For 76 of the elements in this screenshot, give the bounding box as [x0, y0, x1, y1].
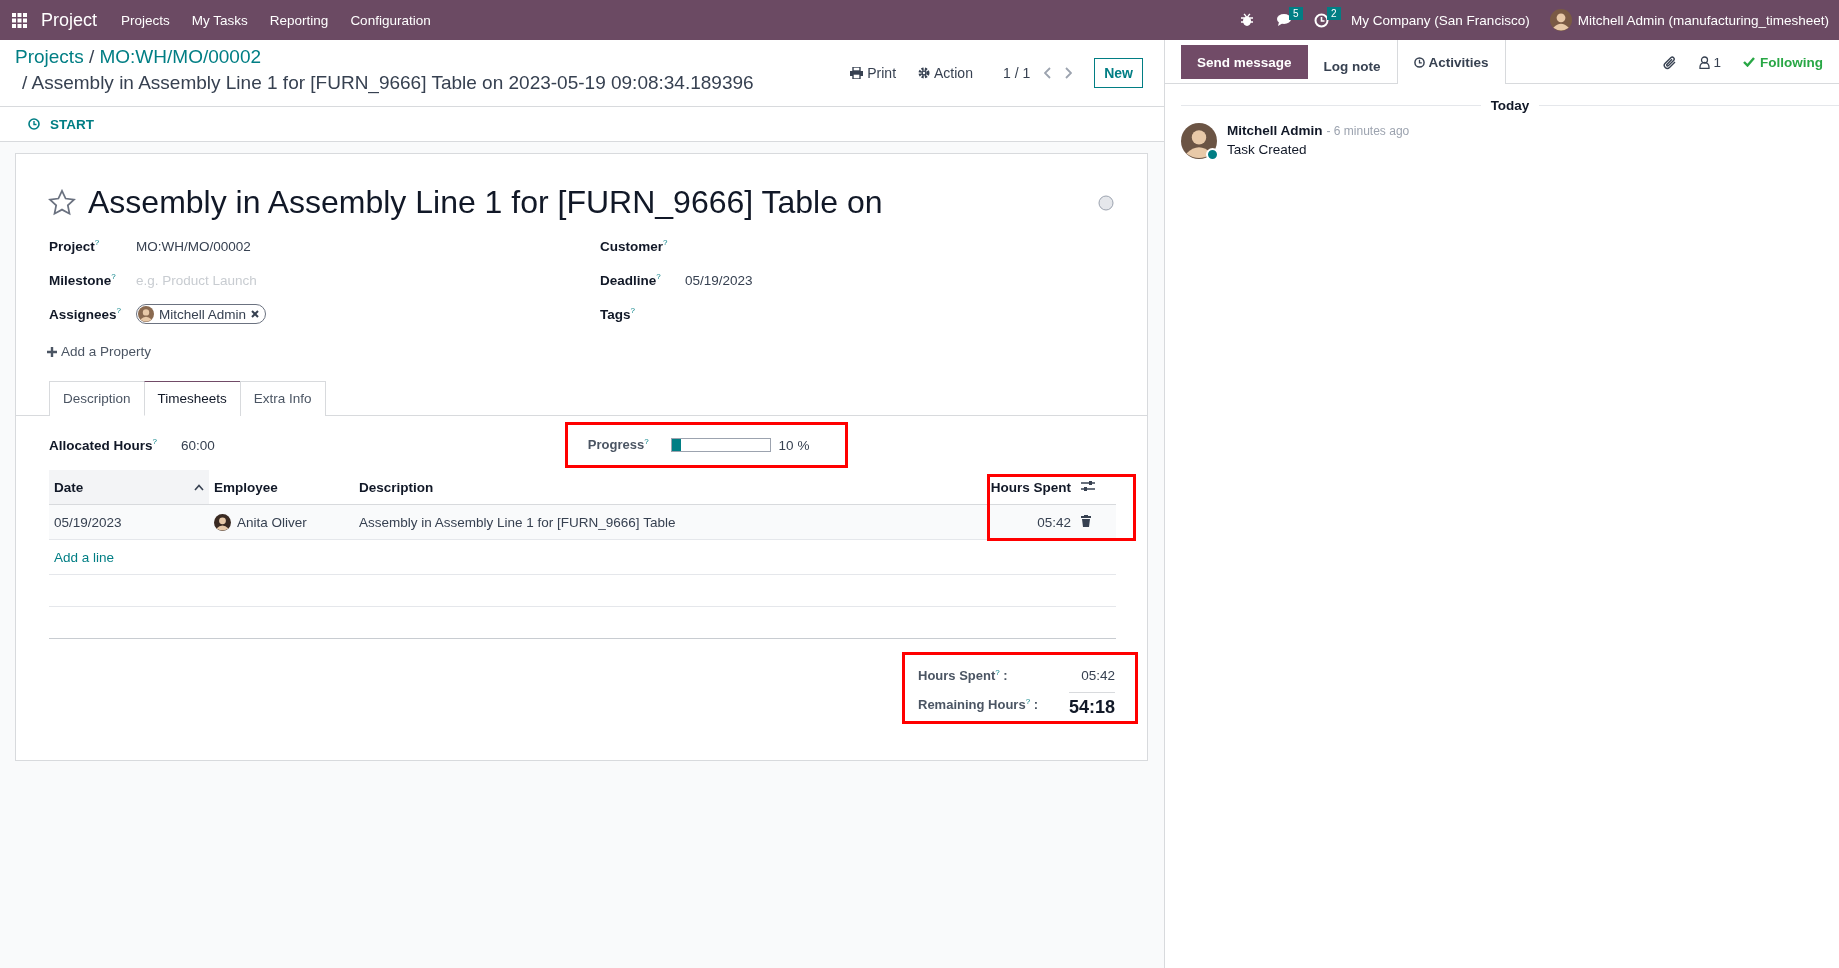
user-menu[interactable]: Mitchell Admin (manufacturing_timesheet) — [1577, 12, 1829, 28]
field-label: Milestone$^{?}$ — [49, 272, 117, 288]
new-button[interactable]: New — [1094, 58, 1143, 88]
person-icon — [1699, 55, 1711, 69]
add-line-link[interactable]: Add a line — [54, 549, 115, 565]
breadcrumb-separator: / — [87, 46, 96, 67]
check-icon — [1743, 57, 1755, 67]
message-body: Task Created — [1227, 142, 1308, 157]
field-label: Allocated Hours$^{?}$ — [49, 437, 157, 453]
paperclip-icon[interactable] — [1663, 54, 1678, 70]
field-label: Deadline$^{?}$ — [600, 272, 662, 288]
column-header[interactable]: Date — [49, 470, 209, 505]
breadcrumb-current: Assembly in Assembly Line 1 for [FURN_9666] Table on 2023-05-19 09:08:34.189396 — [31, 72, 754, 93]
date-separator: Today — [1490, 98, 1530, 113]
table-cell: Assembly in Assembly Line 1 for [FURN_9666] Table — [354, 504, 976, 540]
column-header[interactable]: Description — [354, 470, 976, 505]
menu-item[interactable]: Reporting — [269, 12, 329, 28]
menu-item[interactable]: Configuration — [350, 12, 431, 28]
activities-button[interactable]: Activities — [1396, 40, 1506, 84]
star-icon[interactable] — [48, 189, 76, 216]
field-label: Progress$^{?}$ — [587, 437, 649, 453]
clock-icon[interactable] — [1314, 12, 1330, 28]
trash-icon[interactable] — [1081, 514, 1091, 527]
followers-button[interactable]: 1 — [1699, 54, 1721, 70]
field-label: Tags$^{?}$ — [600, 306, 636, 322]
clock-icon — [1413, 56, 1425, 68]
tab[interactable]: Extra Info — [239, 381, 326, 416]
total-label: Hours Spent$^{?}$ : — [918, 667, 1008, 684]
column-header[interactable]: Hours Spent — [976, 470, 1076, 505]
message-author: Mitchell Admin — [1227, 123, 1323, 138]
total-label: Remaining Hours$^{?}$ : — [918, 696, 1039, 713]
avatar — [1549, 9, 1572, 31]
avatar — [1181, 123, 1217, 159]
pager-value[interactable]: 1 / 1 — [1002, 65, 1031, 81]
bug-icon[interactable] — [1240, 13, 1255, 27]
field-value[interactable]: 05/19/2023 — [685, 272, 753, 288]
field-label: Customer$^{?}$ — [600, 238, 669, 254]
activity-count: 2 — [1327, 6, 1341, 20]
breadcrumb-link[interactable]: Projects — [15, 46, 84, 67]
action-button[interactable]: Action — [918, 65, 973, 81]
total-value: 54:18 — [1068, 691, 1115, 718]
breadcrumb-separator: / — [22, 72, 28, 93]
add-property-button[interactable]: Add a Property — [47, 344, 152, 359]
menu-item[interactable]: My Tasks — [191, 12, 248, 28]
company-switcher[interactable]: My Company (San Francisco) — [1351, 12, 1530, 28]
tab[interactable]: Description — [49, 381, 145, 416]
column-header[interactable]: Employee — [209, 470, 354, 505]
column-settings-icon[interactable] — [1081, 479, 1095, 492]
print-icon — [850, 67, 864, 79]
field-value[interactable]: 60:00 — [181, 437, 215, 453]
message-count: 5 — [1289, 7, 1303, 20]
task-title[interactable]: Assembly in Assembly Line 1 for [FURN_9666] Table on — [88, 184, 1086, 221]
field-label: Assignees$^{?}$ — [49, 306, 122, 322]
app-name[interactable]: Project — [41, 9, 98, 31]
chat-icon[interactable] — [1276, 13, 1293, 27]
field-value[interactable]: MO:WH/MO/00002 — [136, 238, 251, 254]
print-button[interactable]: Print — [850, 65, 897, 81]
breadcrumb-link[interactable]: MO:WH/MO/00002 — [99, 46, 262, 67]
message-time: - 6 minutes ago — [1326, 124, 1410, 138]
progress-value: 10 % — [778, 437, 810, 453]
clock-icon — [28, 118, 40, 130]
send-message-button[interactable]: Send message — [1181, 45, 1308, 79]
gear-icon — [918, 67, 931, 79]
menu-item[interactable]: Projects — [121, 12, 170, 28]
tab[interactable]: Timesheets — [143, 381, 241, 416]
remove-icon[interactable] — [251, 310, 260, 318]
apps-grid-icon[interactable] — [12, 12, 27, 28]
avatar — [138, 306, 154, 322]
start-button[interactable]: START — [28, 116, 94, 132]
field-label: Project$^{?}$ — [49, 238, 101, 254]
table-cell: Anita Oliver — [237, 514, 307, 530]
table-cell: 05/19/2023 — [49, 504, 209, 540]
total-value: 05:42 — [1081, 668, 1115, 683]
avatar — [214, 513, 231, 531]
plus-icon — [47, 346, 57, 357]
caret-up-icon — [194, 483, 204, 491]
